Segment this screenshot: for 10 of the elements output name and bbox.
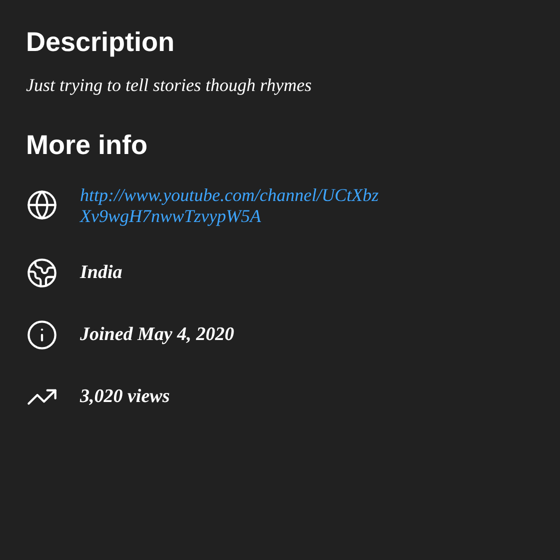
info-icon (26, 319, 58, 351)
globe-icon (26, 189, 58, 221)
section-heading: Description (26, 26, 175, 58)
joined-date: Joined May 4, 2020 (80, 323, 234, 347)
country-text: India (80, 261, 122, 285)
view-count: 3,020 views (80, 385, 170, 409)
description-text: Just trying to tell stories though rhymes (26, 74, 312, 97)
channel-link[interactable]: http://www.youtube.com/channel/UCtXbzXv9wgH7nwwTzvypW5A (80, 185, 380, 227)
earth-icon (26, 257, 58, 289)
section-heading: More info (26, 129, 148, 161)
